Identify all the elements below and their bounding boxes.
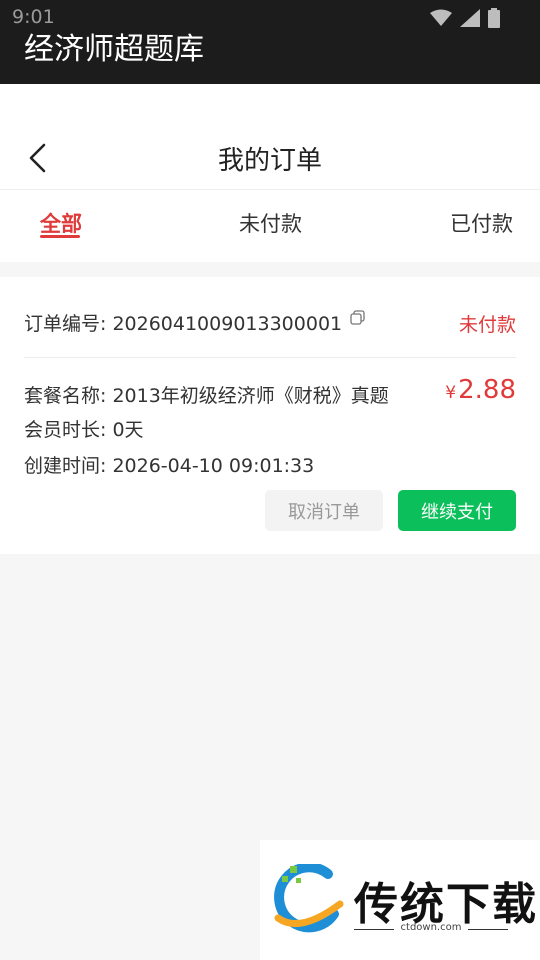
watermark-domain: ctdown.com <box>400 922 462 933</box>
tab-all[interactable]: 全部 <box>40 208 82 238</box>
price-value: 2.88 <box>458 375 516 405</box>
order-status-badge: 未付款 <box>458 314 516 336</box>
divider <box>24 357 516 358</box>
status-bar: 9:01 经济师超题库 <box>0 0 540 84</box>
app-title: 经济师超题库 <box>24 32 204 67</box>
page-title: 我的订单 <box>217 146 322 176</box>
order-price: ¥ 2.88 <box>445 375 516 405</box>
wifi-icon <box>430 9 452 26</box>
brand-logo-icon <box>274 864 344 933</box>
signal-icon <box>460 9 480 27</box>
order-card: 订单编号: 2026041009013300001 未付款 套餐名称: 2013… <box>0 277 540 554</box>
order-id: 订单编号: 2026041009013300001 <box>24 313 343 335</box>
battery-icon <box>488 8 500 28</box>
order-duration: 会员时长: 0天 <box>24 419 144 441</box>
order-tabs: 全部 未付款 已付款 <box>0 190 540 262</box>
cancel-order-button[interactable]: 取消订单 <box>265 490 383 531</box>
order-created-time: 创建时间: 2026-04-10 09:01:33 <box>24 455 315 477</box>
tab-paid[interactable]: 已付款 <box>450 208 513 238</box>
tab-unpaid[interactable]: 未付款 <box>239 208 302 238</box>
copy-icon[interactable] <box>350 309 366 326</box>
tab-active-underline <box>40 235 80 238</box>
watermark: 传统下载 ctdown.com <box>260 840 540 960</box>
divider <box>468 929 508 930</box>
price-symbol: ¥ <box>445 383 457 403</box>
continue-pay-button[interactable]: 继续支付 <box>398 490 516 531</box>
status-icons <box>430 8 500 28</box>
order-id-row: 订单编号: 2026041009013300001 <box>24 309 366 336</box>
page-header: 我的订单 <box>0 84 540 190</box>
order-package: 套餐名称: 2013年初级经济师《财税》真题 <box>24 385 389 407</box>
